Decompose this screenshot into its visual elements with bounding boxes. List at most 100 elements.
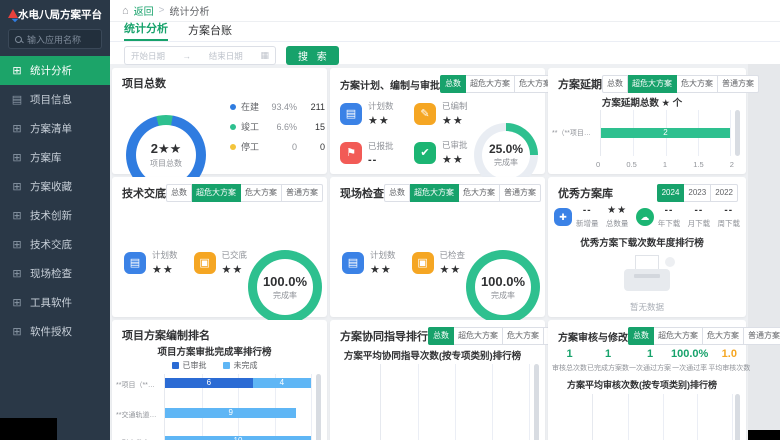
legend-count: 211 [305,102,325,112]
chart-scrollbar[interactable] [735,394,740,440]
gridline [663,394,664,440]
filter-super-danger-button[interactable]: 超危大方案 [654,327,703,345]
x-tick: 0.5 [626,160,636,169]
filter-danger-button[interactable]: 危大方案 [703,327,744,345]
tab-plan-ledger[interactable]: 方案台账 [188,22,232,41]
sidebar-item-software-license[interactable]: ⊞软件授权 [0,317,110,346]
stat-total-count: ★★总数量 [606,205,629,229]
date-range-input[interactable]: 开始日期 → 结束日期 ▦ [124,46,276,65]
printer-body-shape [624,269,670,291]
filter-total-button[interactable]: 总数 [428,327,454,345]
sidebar-item-plan-list[interactable]: ⊞方案清单 [0,114,110,143]
filter-danger-button[interactable]: 危大方案 [677,75,718,93]
x-axis-ticks: 0 0.5 1 1.5 2 [596,160,734,169]
grid-icon: ⊞ [11,267,23,280]
sidebar-item-site-inspection[interactable]: ⊞现场检查 [0,259,110,288]
filter-button-group: 总数 超危大方案 危大方案 普通方案 [166,184,323,202]
sidebar-item-label: 方案清单 [30,121,72,136]
stat-value: ★★ [368,114,394,127]
gauge-value: 100.0% [481,274,525,289]
legend-dot [230,124,236,130]
gauge-value: 100.0% [263,274,307,289]
page-scroll-gutter[interactable] [748,64,780,440]
search-button[interactable]: 搜 索 [286,46,339,65]
filter-total-button[interactable]: 总数 [628,327,654,345]
stat-review-total: 1审核总次数 [552,348,587,373]
legend-text: 已审批 [183,360,207,371]
sidebar-item-statistics[interactable]: ⊞统计分析 [0,56,110,85]
chart-scrollbar[interactable] [316,374,321,440]
bar-unfinished: 10 [165,436,311,440]
stat-label: 计划数 [370,249,396,261]
year-2024-button[interactable]: 2024 [657,184,685,202]
stat-label: 周下载 [718,218,741,229]
x-tick: 2 [730,160,734,169]
filter-super-danger-button[interactable]: 超危大方案 [466,75,515,93]
filter-total-button[interactable]: 总数 [384,184,410,202]
badge-shape [665,257,675,267]
chart-scrollbar[interactable] [735,110,740,156]
sidebar-item-plan-favorites[interactable]: ⊞ 方案收藏 [0,172,110,201]
empty-state-text: 暂无数据 [548,301,746,313]
home-icon[interactable]: ⌂ [122,5,129,17]
filter-normal-button[interactable]: 普通方案 [500,184,541,202]
filter-super-danger-button[interactable]: 超危大方案 [410,184,459,202]
stat-value: ★★ [607,205,627,216]
filter-danger-button[interactable]: 危大方案 [241,184,282,202]
chart-title: 方案延期总数 ★ 个 [548,95,736,109]
bar-approved: 6 [165,378,253,388]
legend-name: 停工 [241,140,265,153]
legend-count: 15 [305,122,325,132]
grid-icon: ⊞ [11,180,23,193]
bar-unfinished: 4 [253,378,311,388]
filter-total-button[interactable]: 总数 [440,75,466,93]
end-date-placeholder: 结束日期 [209,50,243,62]
year-2022-button[interactable]: 2022 [711,184,738,202]
filter-super-danger-button[interactable]: 超危大方案 [454,327,503,345]
sidebar-item-label: 项目信息 [30,92,72,107]
stat-value: ★★ [152,263,178,276]
filter-total-button[interactable]: 总数 [166,184,192,202]
filter-total-button[interactable]: 总数 [602,75,628,93]
filter-super-danger-button[interactable]: 超危大方案 [628,75,677,93]
grid-icon: ⊞ [11,296,23,309]
stat-value: ★★ [440,263,466,276]
tech-disclosure-stats: ▤计划数★★ ▣已交底★★ [124,249,247,276]
sidebar-search-input[interactable]: 输入应用名称 [8,29,102,49]
stat-month-downloads: --月下载 [688,205,711,229]
filter-normal-button[interactable]: 普通方案 [744,327,780,345]
clipboard-icon: ▤ [124,252,146,274]
approval-ranking-bar-chart: 6 4 9 10 [164,374,311,440]
sidebar-item-tools[interactable]: ⊞ 工具软件 [0,288,110,317]
sidebar-item-plan-library[interactable]: ⊞方案库 [0,143,110,172]
range-arrow: → [183,51,192,61]
brand-logo-icon [8,9,13,20]
filter-super-danger-button[interactable]: 超危大方案 [192,184,241,202]
tab-bar: 统计分析 方案台账 [110,22,780,42]
sidebar-item-label: 工具软件 [30,295,72,310]
stat-label: 平均审核次数 [708,363,750,373]
stat-week-downloads: --周下载 [718,205,741,229]
filter-danger-button[interactable]: 危大方案 [459,184,500,202]
stat-plan-count: ▤计划数★★ [340,100,412,127]
year-2023-button[interactable]: 2023 [684,184,711,202]
breadcrumb-back-link[interactable]: 返回 [134,3,154,18]
legend-percent: 6.6% [265,122,297,132]
bar-unfinished: 9 [165,408,296,418]
filter-row: 开始日期 → 结束日期 ▦ 搜 索 [110,42,780,65]
breadcrumb-separator: > [159,5,165,16]
edit-icon: ✎ [414,103,436,125]
grid-icon: ⊞ [11,151,23,164]
stat-label: 月下载 [688,218,711,229]
filter-normal-button[interactable]: 普通方案 [718,75,759,93]
sidebar-item-tech-innovation[interactable]: ⊞技术创新 [0,201,110,230]
search-icon [15,36,22,43]
chart-scrollbar[interactable] [534,364,539,440]
sidebar-item-tech-disclosure[interactable]: ⊞技术交底 [0,230,110,259]
sidebar-item-project-info[interactable]: ▤项目信息 [0,85,110,114]
filter-danger-button[interactable]: 危大方案 [503,327,544,345]
sidebar-item-label: 方案收藏 [30,179,72,194]
tab-statistics[interactable]: 统计分析 [124,20,168,41]
filter-normal-button[interactable]: 普通方案 [282,184,323,202]
legend-approved: 已审批 [172,360,207,371]
